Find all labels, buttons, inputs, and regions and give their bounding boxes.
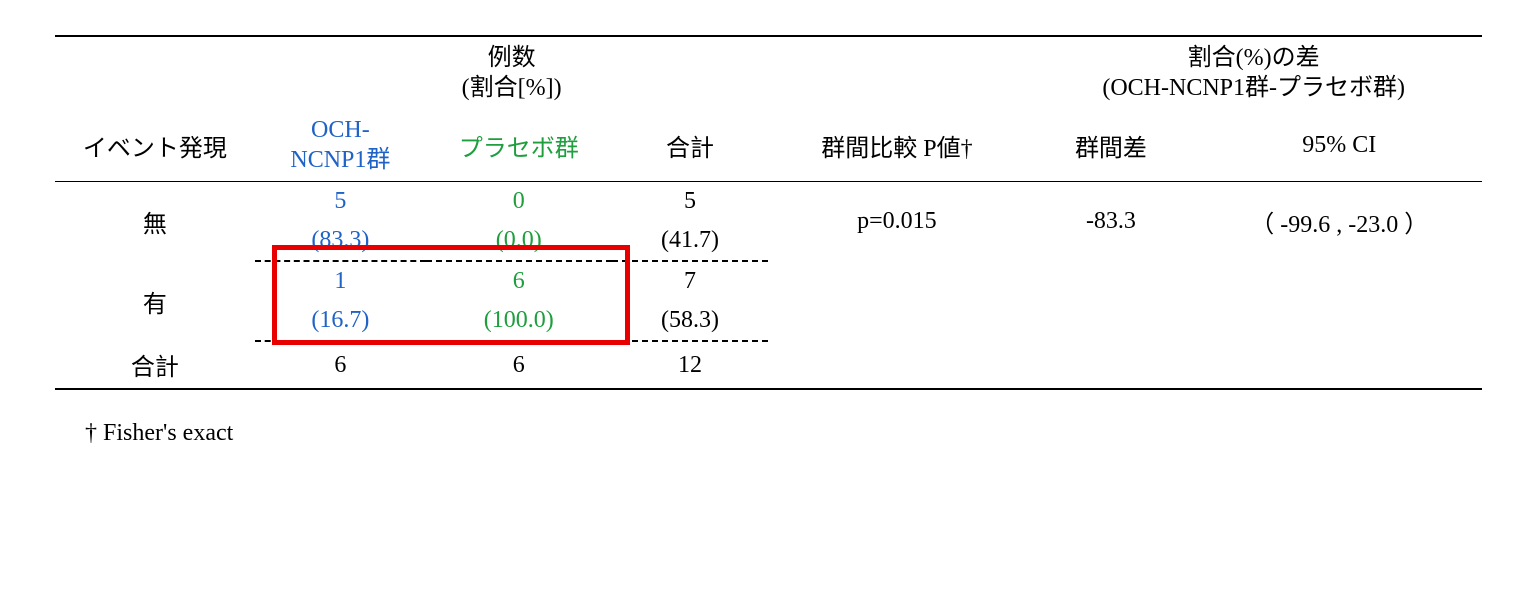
statistics-table-wrap: 例数 (割合[%]) 割合(%)の差 (OCH-NCNP1群-プラセボ群) イベ…: [55, 35, 1482, 390]
cell-diff: -83.3: [1025, 182, 1196, 262]
col-placebo: プラセボ群: [426, 109, 612, 182]
cell-yes-och-n: 1: [255, 261, 426, 301]
header-count: 例数 (割合[%]): [255, 36, 769, 109]
cell-yes-och-pct: (16.7): [255, 301, 426, 341]
row-total-label: 合計: [55, 341, 255, 389]
cell-total-tot: 12: [612, 341, 769, 389]
cell-ci: （ -99.6 , -23.0 ）: [1197, 182, 1482, 262]
col-event: イベント発現: [55, 109, 255, 182]
col-ci: 95% CI: [1197, 109, 1482, 182]
col-diff: 群間差: [1025, 109, 1196, 182]
col-total: 合計: [612, 109, 769, 182]
cell-yes-tot-pct: (58.3): [612, 301, 769, 341]
cell-none-och-pct: (83.3): [255, 221, 426, 261]
col-pvalue: 群間比較 P値†: [768, 109, 1025, 182]
cell-none-och-n: 5: [255, 182, 426, 222]
cell-none-pbo-pct: (0.0): [426, 221, 612, 261]
cell-yes-pbo-pct: (100.0): [426, 301, 612, 341]
statistics-table: 例数 (割合[%]) 割合(%)の差 (OCH-NCNP1群-プラセボ群) イベ…: [55, 35, 1482, 390]
cell-none-tot-n: 5: [612, 182, 769, 222]
cell-total-och: 6: [255, 341, 426, 389]
footnote: † Fisher's exact: [55, 420, 1482, 447]
header-difference: 割合(%)の差 (OCH-NCNP1群-プラセボ群): [1025, 36, 1482, 109]
cell-total-pbo: 6: [426, 341, 612, 389]
row-yes-label: 有: [55, 261, 255, 341]
cell-none-tot-pct: (41.7): [612, 221, 769, 261]
col-och: OCH- NCNP1群: [255, 109, 426, 182]
cell-yes-tot-n: 7: [612, 261, 769, 301]
cell-none-pbo-n: 0: [426, 182, 612, 222]
cell-yes-pbo-n: 6: [426, 261, 612, 301]
row-none-label: 無: [55, 182, 255, 262]
cell-pvalue: p=0.015: [768, 182, 1025, 262]
